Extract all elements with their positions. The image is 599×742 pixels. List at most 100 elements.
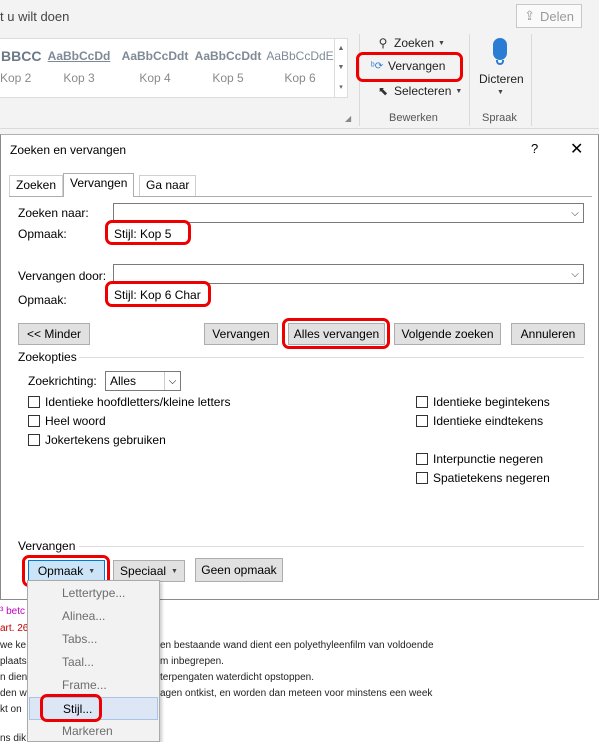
checkbox-box[interactable] [28, 434, 40, 446]
tab-label: Zoeken [16, 178, 57, 192]
style-name: Kop 3 [63, 71, 95, 85]
style-name: Kop 4 [139, 71, 171, 85]
cursor-icon: ⬉ [377, 84, 389, 98]
menu-item-tabs[interactable]: Tabs... [29, 628, 158, 651]
find-next-button[interactable]: Volgende zoeken [394, 323, 501, 345]
menu-item-highlight[interactable]: Markeren [29, 720, 158, 742]
highlight-replace-all [282, 318, 390, 349]
checkbox-box[interactable] [416, 396, 428, 408]
ribbon-top-bar: t u wilt doen ⇪ Delen [0, 0, 599, 34]
checkbox-box[interactable] [28, 415, 40, 427]
dictate-button[interactable]: Dicteren [479, 72, 524, 86]
chevron-down-icon[interactable]: ⌵ [164, 372, 180, 390]
checkbox-ignore-punctuation[interactable]: Interpunctie negeren [416, 452, 543, 466]
style-name: Kop 6 [284, 71, 316, 85]
menu-item-font[interactable]: Lettertype... [29, 582, 158, 605]
cancel-button[interactable]: Annuleren [511, 323, 585, 345]
gallery-more-icon[interactable]: ▾ [339, 83, 343, 91]
close-icon[interactable]: ✕ [570, 139, 583, 159]
style-name: Kop 2 [0, 71, 32, 85]
group-separator [531, 34, 532, 126]
scroll-down-icon[interactable]: ▼ [338, 64, 345, 71]
chevron-down-icon[interactable]: ▼ [497, 89, 504, 96]
find-format-label: Opmaak: [18, 227, 67, 241]
document-text: ns dik [0, 733, 27, 742]
dialog-launcher-icon[interactable]: ◢ [345, 114, 351, 123]
menu-item-paragraph[interactable]: Alinea... [29, 605, 158, 628]
find-label: Zoeken [394, 36, 435, 50]
document-text: kt on [0, 704, 22, 715]
checkbox-box[interactable] [28, 396, 40, 408]
tell-me-search[interactable]: t u wilt doen [0, 9, 69, 24]
checkbox-label: Identieke begintekens [433, 395, 550, 409]
find-next-label: Volgende zoeken [401, 327, 494, 341]
tab-label: Ga naar [146, 178, 190, 192]
checkbox-label: Identieke eindtekens [433, 414, 544, 428]
style-sample: AaBbCcDdE [266, 49, 334, 63]
checkbox-whole-word[interactable]: Heel woord [28, 414, 106, 428]
replace-label: Vervangen door: [18, 269, 107, 283]
direction-select[interactable]: Alles ⌵ [105, 371, 181, 391]
no-format-label: Geen opmaak [201, 563, 277, 577]
microphone-icon[interactable] [493, 38, 507, 60]
direction-label: Zoekrichting: [28, 374, 97, 388]
gallery-scrollbar[interactable]: ▲ ▼ ▾ [334, 39, 347, 97]
document-text: m inbegrepen. [160, 656, 224, 667]
style-kop-4[interactable]: AaBbCcDdt Kop 4 [120, 43, 190, 95]
style-kop-5[interactable]: AaBbCcDdt Kop 5 [193, 43, 263, 95]
less-button[interactable]: << Minder [18, 323, 90, 345]
replace-section-title: Vervangen [18, 539, 76, 553]
checkbox-wildcards[interactable]: Jokertekens gebruiken [28, 433, 166, 447]
group-label-bewerken: Bewerken [389, 112, 438, 124]
section-divider [79, 546, 584, 547]
checkbox-match-prefix[interactable]: Identieke begintekens [416, 395, 550, 409]
highlight-find-format [105, 220, 191, 245]
highlight-replace-format [105, 281, 211, 307]
group-separator [469, 34, 470, 126]
tab-vervangen[interactable]: Vervangen [63, 173, 135, 197]
tab-zoeken[interactable]: Zoeken [9, 175, 64, 196]
group-label-spraak: Spraak [482, 112, 517, 124]
ribbon-body: BBCC Kop 2 AaBbCcDd Kop 3 AaBbCcDdt Kop … [0, 34, 599, 129]
checkbox-label: Spatietekens negeren [433, 471, 550, 485]
checkbox-box[interactable] [416, 453, 428, 465]
menu-item-language[interactable]: Taal... [29, 651, 158, 674]
checkbox-label: Heel woord [45, 414, 106, 428]
section-divider [79, 357, 584, 358]
style-name: Kop 5 [212, 71, 244, 85]
chevron-down-icon[interactable]: ⌵ [567, 204, 583, 222]
checkbox-box[interactable] [416, 415, 428, 427]
document-text: den w [0, 688, 27, 699]
highlight-replace-ribbon [356, 52, 463, 82]
cancel-label: Annuleren [520, 327, 576, 341]
select-button[interactable]: ⬉ Selecteren ▼ [376, 84, 462, 98]
chevron-down-icon: ▼ [438, 39, 445, 47]
special-button[interactable]: Speciaal ▼ [113, 560, 185, 582]
tab-ga-naar[interactable]: Ga naar [139, 175, 197, 196]
checkbox-match-suffix[interactable]: Identieke eindtekens [416, 414, 543, 428]
no-format-button[interactable]: Geen opmaak [195, 558, 283, 582]
search-icon: ⚲ [378, 36, 388, 50]
less-label: << Minder [26, 327, 82, 341]
replace-button-label: Vervangen [212, 327, 270, 341]
document-text: we ke [0, 640, 27, 651]
checkbox-match-case[interactable]: Identieke hoofdletters/kleine letters [28, 395, 230, 409]
replace-button[interactable]: Vervangen [204, 323, 278, 345]
share-button[interactable]: ⇪ Delen [516, 4, 582, 28]
document-text: art. 26 [0, 623, 29, 634]
scroll-up-icon[interactable]: ▲ [338, 45, 345, 52]
format-dropdown-menu: Lettertype... Alinea... Tabs... Taal... … [27, 580, 160, 742]
chevron-down-icon: ▼ [171, 567, 178, 575]
checkbox-box[interactable] [416, 472, 428, 484]
select-label: Selecteren [394, 84, 452, 98]
chevron-down-icon[interactable]: ⌵ [567, 265, 583, 283]
help-icon[interactable]: ? [531, 141, 538, 156]
checkbox-ignore-whitespace[interactable]: Spatietekens negeren [416, 471, 550, 485]
style-kop-3[interactable]: AaBbCcDd Kop 3 [44, 43, 114, 95]
checkbox-label: Jokertekens gebruiken [45, 433, 166, 447]
find-button[interactable]: ⚲ Zoeken ▼ [376, 36, 445, 50]
style-sample: AaBbCcDdt [194, 49, 262, 63]
microphone-stand-icon [496, 60, 504, 65]
style-kop-6[interactable]: AaBbCcDdE Kop 6 [265, 43, 335, 95]
share-icon: ⇪ [524, 8, 535, 23]
